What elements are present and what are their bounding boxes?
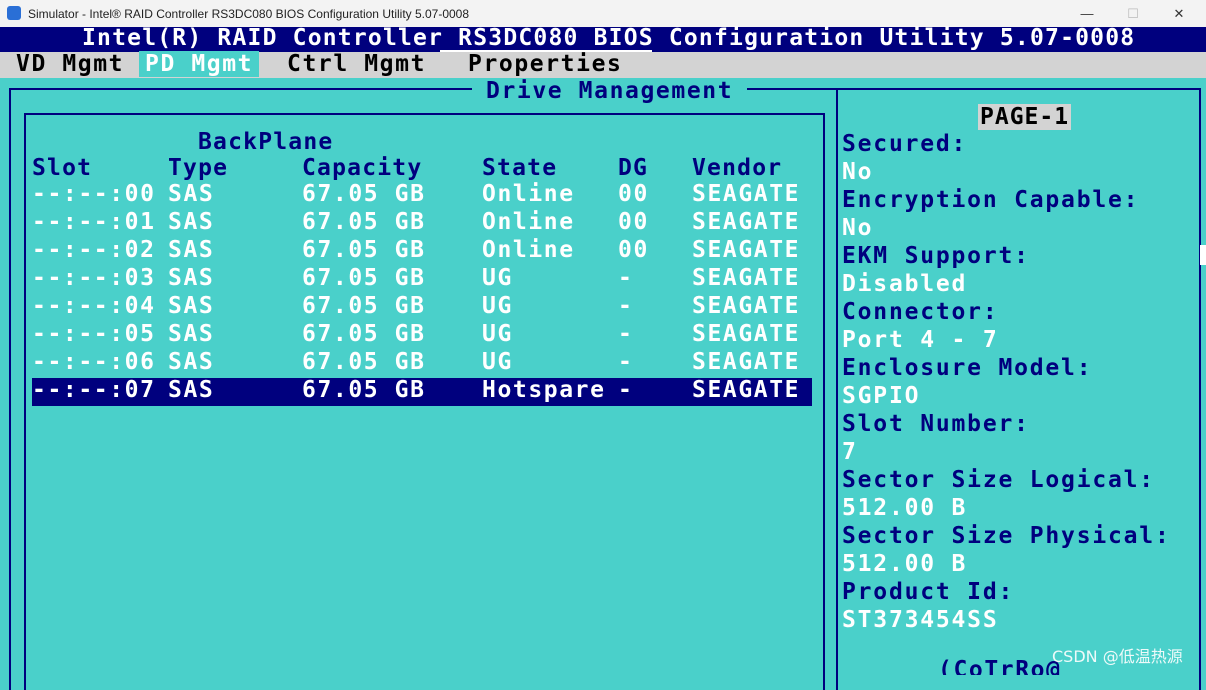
property-value: 512.00 B — [842, 551, 968, 577]
drive-state: UG — [482, 321, 513, 347]
drive-capacity: 67.05 GB — [302, 321, 426, 347]
property-value: No — [842, 159, 874, 185]
property-value: SGPIO — [842, 383, 921, 409]
property-label: Product Id: — [842, 579, 1015, 605]
property-label: Secured: — [842, 131, 968, 157]
column-header-slot: Slot — [32, 155, 93, 181]
drive-state: UG — [482, 349, 513, 375]
drive-dg: - — [618, 321, 634, 347]
menu-pd-mgmt[interactable]: PD Mgmt — [139, 51, 260, 77]
drive-state: Hotspare — [482, 377, 606, 403]
drive-capacity: 67.05 GB — [302, 293, 426, 319]
drive-vendor: SEAGATE — [692, 209, 801, 235]
drive-capacity: 67.05 GB — [302, 265, 426, 291]
drive-capacity: 67.05 GB — [302, 349, 426, 375]
property-label: EKM Support: — [842, 243, 1030, 269]
drive-vendor: SEAGATE — [692, 237, 801, 263]
drive-capacity: 67.05 GB — [302, 237, 426, 263]
drive-capacity: 67.05 GB — [302, 377, 426, 403]
drive-state: Online — [482, 209, 575, 235]
bios-screen: Intel(R) RAID Controller RS3DC080 BIOS C… — [0, 25, 1206, 690]
column-header-type: Type — [168, 155, 229, 181]
minimize-icon[interactable]: — — [1064, 0, 1110, 27]
page-indicator: PAGE-1 — [978, 104, 1072, 130]
drive-capacity: 67.05 GB — [302, 181, 426, 207]
drive-state: UG — [482, 265, 513, 291]
drive-capacity: 67.05 GB — [302, 209, 426, 235]
drive-type: SAS — [168, 237, 215, 263]
drive-type: SAS — [168, 181, 215, 207]
utility-title: Intel(R) RAID Controller RS3DC080 BIOS C… — [82, 25, 1136, 51]
menu-ctrl-mgmt[interactable]: Ctrl Mgmt — [287, 51, 426, 77]
drive-type: SAS — [168, 265, 215, 291]
drive-slot: --:--:01 — [32, 209, 156, 235]
drive-slot: --:--:07 — [32, 377, 156, 403]
drive-dg: - — [618, 293, 634, 319]
property-value: Port 4 - 7 — [842, 327, 999, 353]
drive-dg: 00 — [618, 209, 649, 235]
drive-vendor: SEAGATE — [692, 265, 801, 291]
drive-slot: --:--:04 — [32, 293, 156, 319]
property-value: 7 — [842, 439, 858, 465]
drive-type: SAS — [168, 321, 215, 347]
drive-slot: --:--:05 — [32, 321, 156, 347]
property-value: 512.00 B — [842, 495, 968, 521]
window-title: Simulator - Intel® RAID Controller RS3DC… — [28, 7, 470, 21]
property-label: Connector: — [842, 299, 999, 325]
drive-type: SAS — [168, 349, 215, 375]
window-titlebar[interactable]: Simulator - Intel® RAID Controller RS3DC… — [0, 0, 1206, 27]
property-label: Slot Number: — [842, 411, 1030, 437]
app-icon — [7, 6, 21, 20]
maximize-icon[interactable]: ☐ — [1110, 0, 1156, 27]
drive-vendor: SEAGATE — [692, 321, 801, 347]
watermark: CSDN @低温热源 — [1052, 647, 1183, 666]
drive-slot: --:--:06 — [32, 349, 156, 375]
scroll-hint: (CoTrRo@ — [938, 657, 1062, 675]
drive-dg: - — [618, 349, 634, 375]
scrollbar-thumb[interactable] — [1200, 245, 1206, 265]
drive-management-title: Drive Management — [472, 78, 748, 104]
property-value: ST373454SS — [842, 607, 999, 633]
drive-state: UG — [482, 293, 513, 319]
property-label: Sector Size Logical: — [842, 467, 1155, 493]
drive-slot: --:--:02 — [32, 237, 156, 263]
header-bar: Intel(R) RAID Controller RS3DC080 BIOS C… — [0, 25, 1206, 52]
drive-vendor: SEAGATE — [692, 377, 801, 403]
drive-state: Online — [482, 237, 575, 263]
menu-bar: VD Mgmt PD Mgmt Ctrl Mgmt Properties — [0, 51, 1206, 78]
column-header-capacity: Capacity — [302, 155, 423, 181]
column-header-vendor: Vendor — [692, 155, 783, 181]
column-header-state: State — [482, 155, 558, 181]
property-label: Enclosure Model: — [842, 355, 1093, 381]
drive-type: SAS — [168, 293, 215, 319]
menu-vd-mgmt[interactable]: VD Mgmt — [16, 51, 124, 77]
drive-vendor: SEAGATE — [692, 293, 801, 319]
property-label: Encryption Capable: — [842, 187, 1140, 213]
property-value: Disabled — [842, 271, 968, 297]
drive-type: SAS — [168, 377, 215, 403]
property-label: Sector Size Physical: — [842, 523, 1171, 549]
property-value: No — [842, 215, 874, 241]
menu-properties[interactable]: Properties — [468, 51, 622, 77]
close-icon[interactable]: ✕ — [1156, 0, 1202, 27]
drive-type: SAS — [168, 209, 215, 235]
drive-slot: --:--:03 — [32, 265, 156, 291]
drive-vendor: SEAGATE — [692, 349, 801, 375]
drive-vendor: SEAGATE — [692, 181, 801, 207]
drive-dg: 00 — [618, 237, 649, 263]
column-header-dg: DG — [618, 155, 649, 181]
backplane-label: BackPlane — [198, 129, 334, 155]
drive-slot: --:--:00 — [32, 181, 156, 207]
drive-dg: - — [618, 377, 634, 403]
drive-dg: 00 — [618, 181, 649, 207]
drive-state: Online — [482, 181, 575, 207]
drive-dg: - — [618, 265, 634, 291]
